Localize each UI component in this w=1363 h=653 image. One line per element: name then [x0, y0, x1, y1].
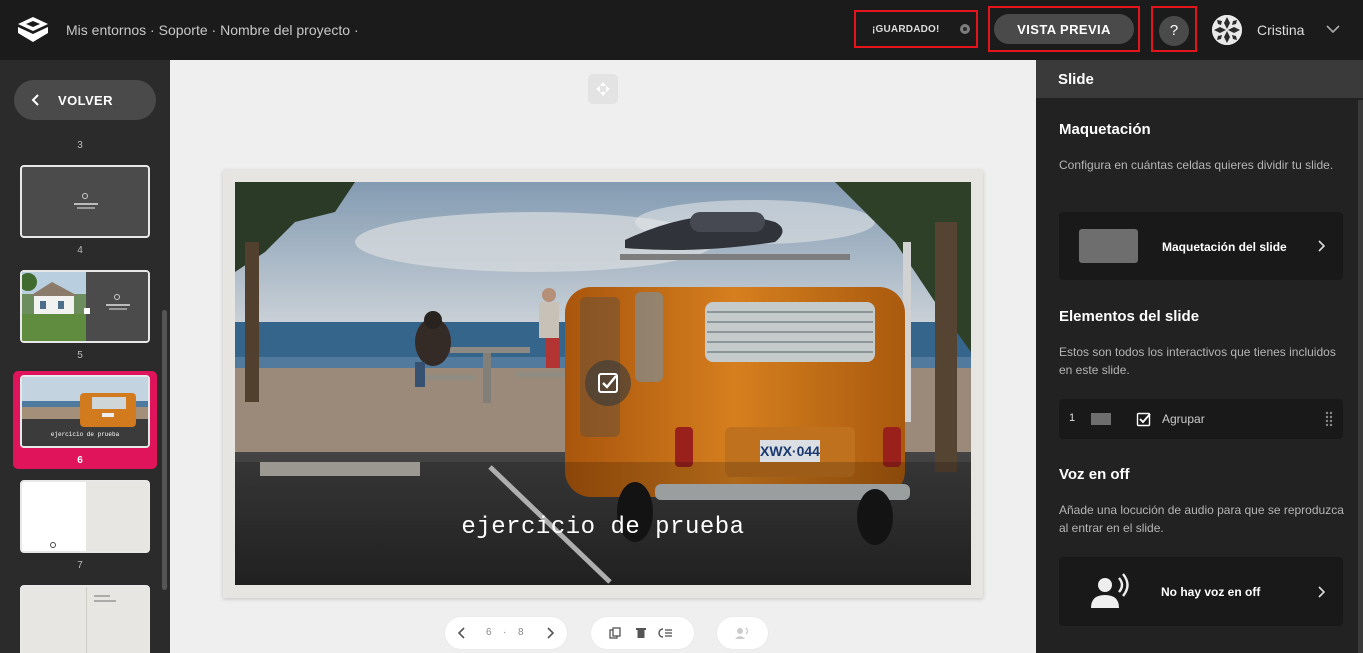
layout-card[interactable]: Maquetación del slide: [1059, 212, 1343, 280]
slide-thumbnail-4[interactable]: [20, 165, 150, 238]
slide-pager: 6 · 8: [445, 617, 567, 649]
thumbnail-marker: [84, 308, 90, 314]
editor-canvas: XWX·044 ejercicio de prueba 6 · 8: [170, 60, 1036, 653]
thumbnail-panel: [86, 272, 148, 341]
breadcrumb: Mis entornos · Soporte · Nombre del proy…: [66, 22, 359, 38]
checkbox-icon: [598, 373, 618, 393]
layout-section-description: Configura en cuántas celdas quieres divi…: [1059, 158, 1334, 172]
slide-thumbnail-6[interactable]: ejercicio de prueba: [20, 375, 150, 448]
voice-over-icon: [735, 627, 749, 639]
element-thumbnail: [1091, 413, 1111, 425]
slide-background-image[interactable]: XWX·044 ejercicio de prueba: [235, 182, 971, 585]
saved-status-highlight: ¡GUARDADO!: [854, 10, 978, 48]
slides-sidebar: VOLVER 3 4 5 ejercicio de prueba 6 7: [0, 60, 170, 653]
slide-thumbnail-5[interactable]: [20, 270, 150, 343]
panel-header: Slide: [1036, 60, 1363, 98]
slide-thumbnail-8[interactable]: [20, 585, 150, 653]
slide-actions: [591, 617, 694, 649]
help-highlight: ?: [1151, 6, 1197, 52]
duplicate-icon[interactable]: [609, 627, 621, 639]
app-logo-icon[interactable]: [18, 17, 48, 43]
total-slides: 8: [518, 627, 524, 638]
user-name[interactable]: Cristina: [1257, 22, 1304, 38]
breadcrumb-item-environments[interactable]: Mis entornos: [66, 22, 146, 38]
elements-section-title: Elementos del slide: [1059, 308, 1200, 325]
avatar[interactable]: [1212, 15, 1242, 45]
saved-indicator-icon: [960, 24, 970, 34]
layout-section-title: Maquetación: [1059, 121, 1151, 138]
thumbnail-text-line: [74, 203, 98, 205]
thumbnail-text-line: [106, 304, 130, 306]
voice-section-title: Voz en off: [1059, 466, 1130, 483]
thumbnail-text-line: [77, 207, 95, 209]
checkbox-icon: [1136, 412, 1151, 427]
chevron-left-icon: [31, 94, 39, 106]
thumbnail-divider: [86, 587, 87, 653]
slide-number: 4: [77, 245, 83, 256]
thumbnail-photo-house: [22, 272, 86, 341]
thumbnail-text-line: [94, 595, 110, 597]
element-row[interactable]: 1 Agrupar: [1059, 399, 1343, 439]
thumbnail-panel: [22, 482, 86, 551]
breadcrumb-item-support[interactable]: Soporte: [159, 22, 208, 38]
avatar-pattern-icon: [1212, 15, 1242, 45]
preview-button[interactable]: VISTA PREVIA: [994, 14, 1134, 44]
layout-card-label: Maquetación del slide: [1162, 240, 1287, 254]
slide-number: 5: [77, 350, 83, 361]
pager-separator: ·: [503, 627, 507, 638]
slide-title[interactable]: ejercicio de prueba: [235, 514, 971, 541]
element-label: Agrupar: [1162, 412, 1205, 426]
move-icon: [596, 82, 610, 96]
back-label: VOLVER: [58, 93, 113, 108]
voice-over-shortcut[interactable]: [717, 617, 768, 649]
thumbnail-icon: [50, 542, 56, 548]
slide-number: 3: [77, 140, 83, 151]
breadcrumb-item-project[interactable]: Nombre del proyecto: [220, 22, 350, 38]
voice-over-card[interactable]: No hay voz en off: [1059, 557, 1343, 626]
group-interactive-button[interactable]: [585, 360, 631, 406]
voice-over-icon: [1091, 573, 1129, 608]
chevron-right-icon: [1318, 240, 1325, 252]
thumbnail-text-line: [94, 600, 116, 602]
thumbnail-text-line: [109, 308, 127, 310]
sidebar-scrollbar[interactable]: [162, 310, 167, 590]
chevron-right-icon[interactable]: [545, 627, 555, 639]
thumbnail-caption: ejercicio de prueba: [50, 431, 120, 438]
chevron-left-icon[interactable]: [457, 627, 467, 639]
voice-section-description: Añade una locución de audio para que se …: [1059, 503, 1344, 535]
thumbnail-icon: [114, 294, 120, 300]
top-bar: Mis entornos · Soporte · Nombre del proy…: [0, 0, 1363, 60]
properties-panel: Slide Maquetación Configura en cuántas c…: [1036, 60, 1363, 653]
preview-highlight: VISTA PREVIA: [988, 6, 1140, 52]
interactions-list-icon[interactable]: [657, 627, 673, 639]
chevron-right-icon: [1318, 586, 1325, 598]
thumbnail-icon: [82, 193, 88, 199]
slide-thumbnail-7[interactable]: [20, 480, 150, 553]
move-handle[interactable]: [588, 74, 618, 104]
saved-status: ¡GUARDADO!: [872, 24, 940, 35]
slide-frame[interactable]: XWX·044 ejercicio de prueba: [223, 170, 983, 598]
slide-number-active: 6: [77, 455, 83, 466]
drag-handle-icon[interactable]: [1325, 411, 1333, 427]
slide-number: 7: [77, 560, 83, 571]
panel-scrollbar[interactable]: [1358, 100, 1363, 653]
current-slide-number: 6: [486, 627, 492, 638]
panel-title: Slide: [1058, 71, 1094, 88]
layout-preview: [1079, 229, 1138, 263]
elements-section-description: Estos son todos los interactivos que tie…: [1059, 345, 1336, 377]
element-index: 1: [1069, 412, 1076, 424]
chevron-down-icon[interactable]: [1326, 22, 1340, 36]
help-button[interactable]: ?: [1159, 16, 1189, 46]
trash-icon[interactable]: [635, 626, 647, 639]
back-button[interactable]: VOLVER: [14, 80, 156, 120]
voice-over-card-label: No hay voz en off: [1161, 585, 1261, 599]
